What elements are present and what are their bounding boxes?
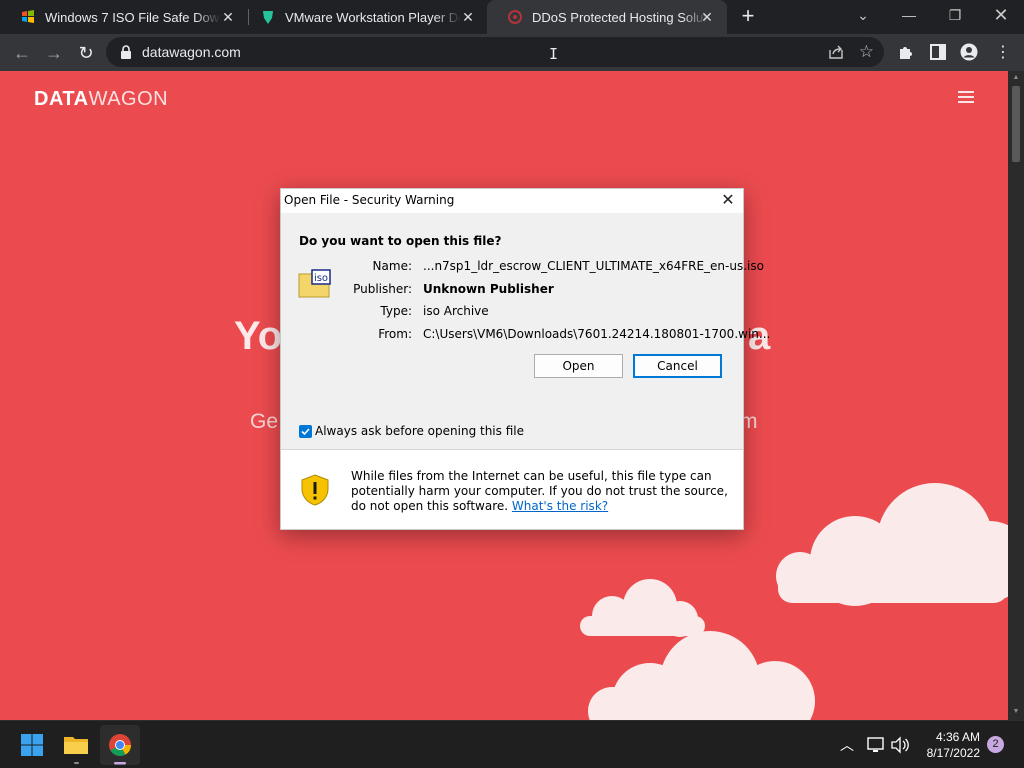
address-bar[interactable]: datawagon.com ☆: [106, 37, 884, 67]
tab-vmware[interactable]: VMware Workstation Player Dow ✕: [240, 0, 488, 34]
cancel-button[interactable]: Cancel: [633, 354, 722, 378]
always-ask-checkbox[interactable]: [299, 425, 312, 438]
dialog-divider: [281, 449, 743, 450]
shield-green-icon: [263, 11, 273, 24]
tray-overflow-chevron-icon[interactable]: ︿: [840, 735, 854, 755]
folder-icon: [64, 737, 88, 764]
tab-title: DDoS Protected Hosting Solution: [532, 9, 708, 25]
extensions-puzzle-icon[interactable]: [897, 43, 915, 61]
url-text[interactable]: datawagon.com: [142, 44, 241, 60]
side-panel-icon[interactable]: [929, 43, 947, 61]
type-value: iso Archive: [423, 304, 489, 318]
field-label: Publisher:: [353, 282, 412, 296]
tab-title: Windows 7 ISO File Safe Downlo: [45, 9, 221, 25]
clock-date: 8/17/2022: [926, 746, 980, 760]
windows-start-icon: [21, 734, 43, 756]
back-button[interactable]: ←: [9, 40, 35, 66]
reload-button[interactable]: ↻: [73, 40, 99, 66]
clock-time: 4:36 AM: [935, 730, 980, 744]
datawagon-favicon-icon: [508, 10, 522, 24]
scroll-up-icon[interactable]: ▲: [1012, 74, 1020, 82]
scroll-down-icon[interactable]: ▼: [1012, 708, 1020, 716]
windows-flag-icon: [22, 10, 34, 23]
start-button[interactable]: [12, 725, 52, 765]
from-path-value: C:\Users\VM6\Downloads\7601.24214.180801…: [423, 327, 771, 341]
tab-close-icon[interactable]: ✕: [220, 9, 236, 25]
checkmark-icon: [301, 428, 310, 436]
chrome-icon: [109, 734, 131, 765]
field-label: Type:: [380, 304, 412, 318]
tab-close-icon[interactable]: ✕: [699, 9, 715, 25]
field-label: Name:: [372, 259, 412, 273]
whats-the-risk-link[interactable]: What's the risk?: [512, 499, 608, 513]
scrollbar-thumb[interactable]: [1012, 86, 1020, 162]
file-explorer-button[interactable]: [56, 725, 96, 765]
new-tab-button[interactable]: +: [736, 5, 760, 29]
field-label: From:: [378, 327, 412, 341]
tab-search-chevron-icon[interactable]: ⌄: [840, 0, 886, 32]
taskbar-clock[interactable]: 4:36 AM 8/17/2022: [916, 729, 980, 761]
tab-datawagon[interactable]: DDoS Protected Hosting Solution ✕: [487, 0, 727, 34]
more-menu-icon[interactable]: ⋮: [990, 40, 1016, 66]
close-window-button[interactable]: ✕: [978, 0, 1024, 32]
warning-shield-icon: [301, 474, 329, 506]
open-button[interactable]: Open: [534, 354, 623, 378]
dialog-question: Do you want to open this file?: [299, 234, 502, 248]
bookmark-star-icon[interactable]: ☆: [859, 42, 874, 62]
tab-strip: Windows 7 ISO File Safe Downlo ✕ VMware …: [0, 0, 1024, 34]
notification-badge[interactable]: 2: [987, 736, 1004, 753]
page-scrollbar[interactable]: ▲ ▼: [1008, 71, 1024, 720]
dialog-close-button[interactable]: ✕: [713, 189, 743, 213]
tab-close-icon[interactable]: ✕: [460, 9, 476, 25]
browser-toolbar: ← → ↻ datawagon.com ☆ ⋮: [0, 34, 1024, 71]
file-name-value: ...n7sp1_ldr_escrow_CLIENT_ULTIMATE_x64F…: [423, 259, 764, 273]
minimize-button[interactable]: —: [886, 0, 932, 32]
forward-button[interactable]: →: [41, 40, 67, 66]
publisher-value: Unknown Publisher: [423, 282, 554, 296]
security-warning-dialog: Open File - Security Warning ✕ Do you wa…: [280, 188, 770, 530]
text-cursor-icon: I: [549, 45, 559, 63]
lock-icon[interactable]: [120, 45, 132, 59]
restore-button[interactable]: ❐: [932, 0, 978, 32]
chrome-taskbar-button[interactable]: [100, 725, 140, 765]
always-ask-label[interactable]: Always ask before opening this file: [315, 424, 524, 438]
volume-icon[interactable]: [890, 736, 910, 754]
windows-taskbar: ︿ 4:36 AM 8/17/2022 2: [0, 720, 1024, 768]
tab-title: VMware Workstation Player Dow: [285, 9, 461, 25]
warning-message: While files from the Internet can be use…: [351, 469, 731, 514]
dialog-title: Open File - Security Warning: [284, 193, 455, 207]
profile-avatar-icon[interactable]: [960, 43, 978, 61]
dialog-body: Do you want to open this file? iso Name:…: [281, 213, 770, 449]
tab-windows7-iso[interactable]: Windows 7 ISO File Safe Downlo ✕: [0, 0, 248, 34]
network-icon[interactable]: [866, 736, 886, 754]
share-icon[interactable]: [828, 44, 844, 60]
